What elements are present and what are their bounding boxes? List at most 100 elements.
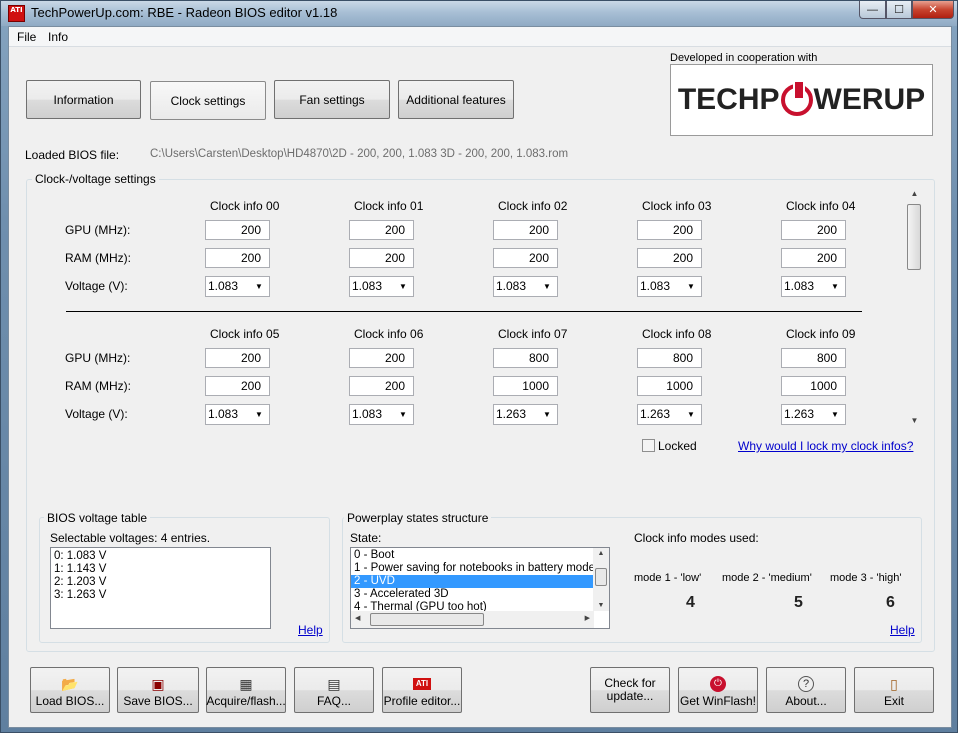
exit-button[interactable]: ▯ Exit [854, 667, 934, 713]
ram-clock-input[interactable]: 1000 [637, 376, 702, 396]
gpu-clock-input[interactable]: 200 [205, 348, 270, 368]
ram-clock-input[interactable]: 200 [205, 376, 270, 396]
voltage-select[interactable]: 1.083 ▼ [349, 276, 414, 297]
tab-information[interactable]: Information [26, 80, 141, 119]
gpu-clock-input[interactable]: 200 [205, 220, 270, 240]
state-vscroll[interactable]: ▲ ▼ [593, 548, 609, 611]
voltage-select-value: 1.083 [208, 407, 239, 421]
voltage-listbox[interactable]: 0: 1.083 V 1: 1.143 V 2: 1.203 V 3: 1.26… [50, 547, 271, 629]
ram-clock-input[interactable]: 200 [349, 248, 414, 268]
state-scroll-right-icon[interactable]: ▶ [585, 614, 590, 622]
gpu-clock-input[interactable]: 800 [781, 348, 846, 368]
modes-label: Clock info modes used: [634, 531, 759, 545]
voltage-select[interactable]: 1.263 ▼ [781, 404, 846, 425]
tab-additional-features[interactable]: Additional features [398, 80, 514, 119]
clock-info-title: Clock info 08 [642, 327, 712, 341]
save-bios-button[interactable]: ▣ Save BIOS... [117, 667, 199, 713]
row-label-gpu: GPU (MHz): [65, 223, 131, 237]
powerplay-help-link[interactable]: Help [890, 623, 915, 637]
voltage-help-link[interactable]: Help [298, 623, 323, 637]
dropdown-arrow-icon[interactable]: ▼ [683, 277, 699, 296]
gpu-clock-input[interactable]: 800 [637, 348, 702, 368]
tab-clock-settings[interactable]: Clock settings [150, 81, 266, 120]
ram-clock-input[interactable]: 200 [205, 248, 270, 268]
voltage-select-value: 1.083 [784, 279, 815, 293]
menu-info[interactable]: Info [48, 30, 68, 44]
voltage-select[interactable]: 1.083 ▼ [205, 276, 270, 297]
minimize-button[interactable]: — [859, 1, 886, 19]
faq-button[interactable]: ▤ FAQ... [294, 667, 374, 713]
voltage-entry[interactable]: 2: 1.203 V [51, 576, 270, 589]
ram-clock-input[interactable]: 200 [781, 248, 846, 268]
dropdown-arrow-icon[interactable]: ▼ [251, 277, 267, 296]
voltage-select[interactable]: 1.263 ▼ [493, 404, 558, 425]
dropdown-arrow-icon[interactable]: ▼ [251, 405, 267, 424]
ram-clock-input[interactable]: 200 [349, 376, 414, 396]
ram-clock-input[interactable]: 1000 [493, 376, 558, 396]
locked-checkbox[interactable] [642, 439, 655, 452]
document-icon: ▤ [327, 676, 341, 692]
state-item[interactable]: 3 - Accelerated 3D [351, 588, 594, 601]
state-item[interactable]: 0 - Boot [351, 549, 594, 562]
ram-clock-input[interactable]: 200 [493, 248, 558, 268]
state-scroll-up-icon[interactable]: ▲ [593, 550, 609, 557]
state-scroll-down-icon[interactable]: ▼ [593, 602, 609, 609]
voltage-entry[interactable]: 0: 1.083 V [51, 550, 270, 563]
check-update-button[interactable]: Check for update... [590, 667, 670, 713]
state-hscroll-thumb[interactable] [370, 613, 484, 626]
ram-clock-input[interactable]: 1000 [781, 376, 846, 396]
scroll-up-arrow-icon[interactable]: ▲ [906, 185, 923, 202]
dropdown-arrow-icon[interactable]: ▼ [539, 405, 555, 424]
lock-info-link[interactable]: Why would I lock my clock infos? [738, 439, 913, 453]
ram-clock-input[interactable]: 200 [637, 248, 702, 268]
menu-file[interactable]: File [17, 30, 36, 44]
gpu-clock-input[interactable]: 200 [493, 220, 558, 240]
gpu-clock-input[interactable]: 200 [637, 220, 702, 240]
voltage-select[interactable]: 1.263 ▼ [637, 404, 702, 425]
dropdown-arrow-icon[interactable]: ▼ [683, 405, 699, 424]
voltage-select-value: 1.083 [496, 279, 527, 293]
gpu-clock-input[interactable]: 800 [493, 348, 558, 368]
voltage-entry[interactable]: 3: 1.263 V [51, 589, 270, 602]
state-item-selected[interactable]: 2 - UVD [351, 575, 594, 588]
state-scroll-left-icon[interactable]: ◀ [355, 614, 360, 622]
about-button[interactable]: ? About... [766, 667, 846, 713]
voltage-select[interactable]: 1.083 ▼ [493, 276, 558, 297]
voltage-select-value: 1.083 [208, 279, 239, 293]
get-winflash-button[interactable]: ⏻ Get WinFlash! [678, 667, 758, 713]
about-label: About... [785, 694, 827, 708]
scroll-thumb[interactable] [907, 204, 921, 270]
voltage-select[interactable]: 1.083 ▼ [781, 276, 846, 297]
voltage-select[interactable]: 1.083 ▼ [349, 404, 414, 425]
techpowerup-logo[interactable]: TECHP WERUP [670, 64, 933, 136]
bios-file-label: Loaded BIOS file: [25, 148, 120, 162]
logo-text-left: TECHP [677, 83, 780, 116]
clock-scrollbar[interactable]: ▲ ▼ [906, 185, 923, 429]
gpu-clock-input[interactable]: 200 [349, 220, 414, 240]
logo-caption: Developed in cooperation with [670, 52, 818, 64]
gpu-clock-input[interactable]: 200 [349, 348, 414, 368]
state-listbox[interactable]: 0 - Boot 1 - Power saving for notebooks … [350, 547, 610, 629]
title-bar[interactable]: ATI TechPowerUp.com: RBE - Radeon BIOS e… [1, 1, 957, 26]
ati-app-icon[interactable]: ATI [8, 5, 25, 22]
voltage-select[interactable]: 1.083 ▼ [637, 276, 702, 297]
dropdown-arrow-icon[interactable]: ▼ [395, 405, 411, 424]
gpu-clock-input[interactable]: 200 [781, 220, 846, 240]
state-hscroll[interactable]: ◀ ▶ [351, 611, 594, 628]
dropdown-arrow-icon[interactable]: ▼ [539, 277, 555, 296]
voltage-select[interactable]: 1.083 ▼ [205, 404, 270, 425]
load-bios-button[interactable]: 📂 Load BIOS... [30, 667, 110, 713]
maximize-button[interactable]: ☐ [886, 1, 912, 19]
tab-fan-settings[interactable]: Fan settings [274, 80, 390, 119]
close-button[interactable]: ✕ [912, 1, 954, 19]
profile-editor-button[interactable]: ATI Profile editor... [382, 667, 462, 713]
state-item[interactable]: 1 - Power saving for notebooks in batter… [351, 562, 609, 575]
main-window: ATI TechPowerUp.com: RBE - Radeon BIOS e… [0, 0, 958, 733]
voltage-entry[interactable]: 1: 1.143 V [51, 563, 270, 576]
dropdown-arrow-icon[interactable]: ▼ [395, 277, 411, 296]
acquire-flash-button[interactable]: ▦ Acquire/flash... [206, 667, 286, 713]
dropdown-arrow-icon[interactable]: ▼ [827, 277, 843, 296]
dropdown-arrow-icon[interactable]: ▼ [827, 405, 843, 424]
scroll-down-arrow-icon[interactable]: ▼ [906, 412, 923, 429]
state-vscroll-thumb[interactable] [595, 568, 607, 586]
